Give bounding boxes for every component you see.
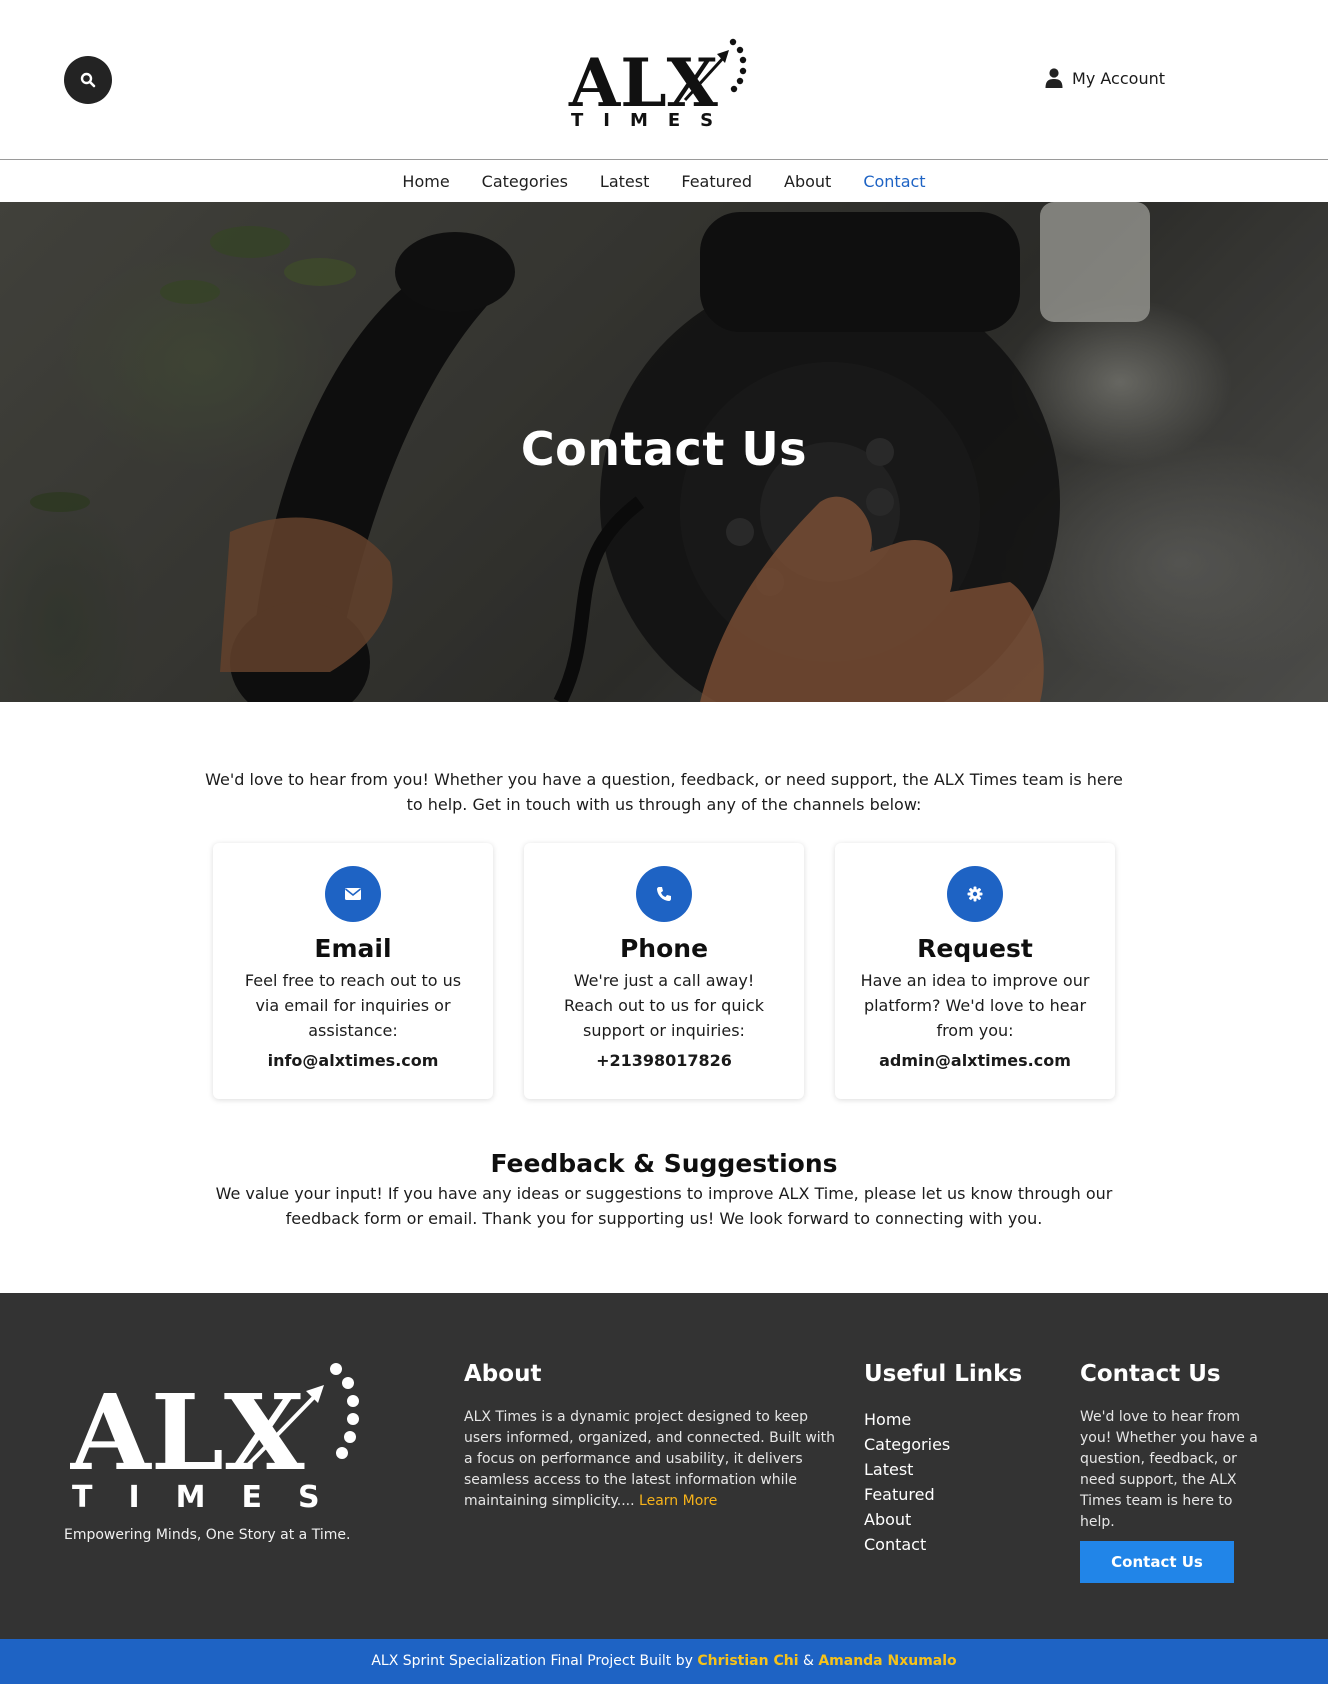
- feedback-text: We value your input! If you have any ide…: [215, 1184, 1113, 1228]
- request-card-icon: [947, 866, 1003, 922]
- svg-text:TIMES: TIMES: [571, 110, 733, 130]
- footer-link-contact[interactable]: Contact: [864, 1532, 1044, 1557]
- nav-item-featured[interactable]: Featured: [681, 172, 752, 191]
- my-account-label: My Account: [1072, 68, 1165, 88]
- svg-text:TIMES: TIMES: [72, 1480, 356, 1509]
- request-card-title: Request: [917, 934, 1033, 963]
- footer-links-list: Home Categories Latest Featured About Co…: [864, 1407, 1044, 1557]
- nav-item-about[interactable]: About: [784, 172, 831, 191]
- footer-about-title: About: [464, 1361, 542, 1387]
- gear-icon: [967, 886, 983, 902]
- credits-bar: ALX Sprint Specialization Final Project …: [0, 1639, 1328, 1684]
- author-christian-chi[interactable]: Christian Chi: [697, 1653, 798, 1669]
- learn-more-link[interactable]: Learn More: [639, 1493, 717, 1509]
- footer-link-featured[interactable]: Featured: [864, 1482, 1044, 1507]
- nav-item-contact[interactable]: Contact: [863, 172, 925, 191]
- credits-prefix: ALX Sprint Specialization Final Project …: [371, 1653, 693, 1669]
- search-button[interactable]: [64, 56, 112, 104]
- user-icon: [1045, 68, 1063, 88]
- site-header: ALX TIMES My Account: [0, 0, 1328, 160]
- nav-item-categories[interactable]: Categories: [482, 172, 568, 191]
- feedback-section: Feedback & Suggestions We value your inp…: [204, 1149, 1124, 1231]
- phone-card-icon: [636, 866, 692, 922]
- main-nav: Home Categories Latest Featured About Co…: [0, 160, 1328, 202]
- phone-number[interactable]: +21398017826: [524, 1051, 804, 1070]
- site-footer: ALX TIMES Empowering Minds, One Story at…: [0, 1293, 1328, 1639]
- footer-link-home[interactable]: Home: [864, 1407, 1044, 1432]
- feedback-title: Feedback & Suggestions: [490, 1149, 838, 1178]
- footer-contact-text: We'd love to hear from you! Whether you …: [1080, 1409, 1258, 1530]
- contact-us-button[interactable]: Contact Us: [1080, 1541, 1234, 1583]
- footer-link-categories[interactable]: Categories: [864, 1432, 1044, 1457]
- email-card-text: Feel free to reach out to us via email f…: [244, 971, 462, 1040]
- site-logo[interactable]: ALX TIMES: [565, 34, 765, 130]
- phone-card-text: We're just a call away! Reach out to us …: [564, 971, 764, 1040]
- hero-title: Contact Us: [520, 422, 808, 476]
- hero-banner: Contact Us: [0, 202, 1328, 702]
- envelope-icon: [345, 888, 361, 900]
- phone-icon: [657, 887, 671, 901]
- footer-about: About ALX Times is a dynamic project des…: [464, 1359, 836, 1512]
- admin-email-address[interactable]: admin@alxtimes.com: [835, 1051, 1115, 1070]
- nav-item-home[interactable]: Home: [402, 172, 449, 191]
- footer-links-title: Useful Links: [864, 1361, 1023, 1387]
- email-address[interactable]: info@alxtimes.com: [213, 1051, 493, 1070]
- footer-logo[interactable]: ALX TIMES: [70, 1361, 390, 1509]
- search-icon: [80, 72, 96, 88]
- footer-useful-links: Useful Links Home Categories Latest Feat…: [864, 1359, 1044, 1557]
- nav-item-latest[interactable]: Latest: [600, 172, 649, 191]
- email-card-icon: [325, 866, 381, 922]
- footer-contact: Contact Us We'd love to hear from you! W…: [1080, 1359, 1270, 1583]
- svg-text:ALX: ALX: [70, 1371, 305, 1494]
- footer-tagline: Empowering Minds, One Story at a Time.: [64, 1527, 351, 1543]
- phone-card: Phone We're just a call away! Reach out …: [524, 843, 804, 1099]
- footer-link-latest[interactable]: Latest: [864, 1457, 1044, 1482]
- phone-card-title: Phone: [619, 934, 709, 963]
- email-card: Email Feel free to reach out to us via e…: [213, 843, 493, 1099]
- my-account-link[interactable]: My Account: [1045, 68, 1165, 88]
- contact-cards: Email Feel free to reach out to us via e…: [0, 843, 1328, 1099]
- request-card-text: Have an idea to improve our platform? We…: [860, 971, 1090, 1040]
- footer-link-about[interactable]: About: [864, 1507, 1044, 1532]
- request-card: Request Have an idea to improve our plat…: [835, 843, 1115, 1099]
- intro-text: We'd love to hear from you! Whether you …: [205, 770, 1123, 814]
- footer-about-text: ALX Times is a dynamic project designed …: [464, 1407, 836, 1512]
- footer-contact-title: Contact Us: [1080, 1361, 1221, 1387]
- email-card-title: Email: [314, 934, 392, 963]
- credits-separator: &: [802, 1653, 814, 1669]
- author-amanda-nxumalo[interactable]: Amanda Nxumalo: [818, 1653, 956, 1669]
